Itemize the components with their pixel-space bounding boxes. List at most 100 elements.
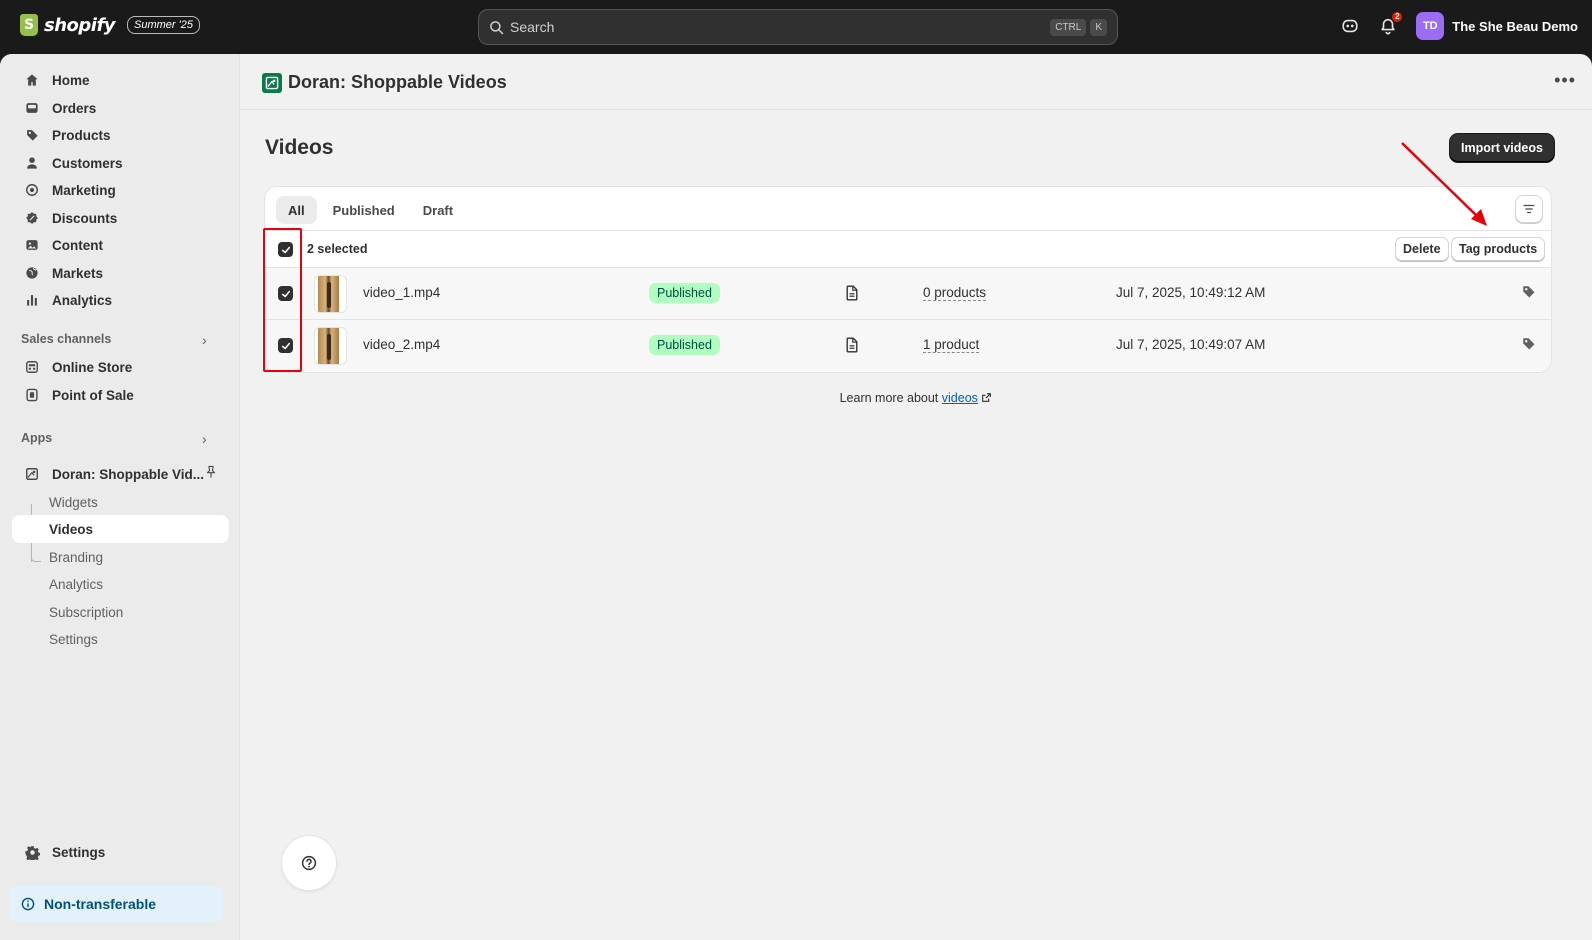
pos-icon: [24, 387, 40, 403]
video-thumbnail[interactable]: [314, 327, 347, 365]
sidebar-item-products[interactable]: Products: [12, 121, 229, 149]
bulk-actions-bar: 2 selected Delete Tag products: [265, 230, 1551, 267]
shopify-bag-icon: [20, 14, 38, 36]
sidebar-item-orders[interactable]: Orders: [12, 94, 229, 122]
sales-channels-heading[interactable]: Sales channels: [21, 332, 111, 346]
sidebar-item-marketing[interactable]: Marketing: [12, 176, 229, 204]
status-badge: Published: [649, 283, 720, 303]
document-icon[interactable]: [845, 337, 859, 356]
sidebar-item-label: Marketing: [52, 182, 116, 198]
main-frame: Home Orders Products Customers Marketing…: [0, 54, 1592, 940]
non-transferable-label: Non-transferable: [44, 896, 157, 912]
app-icon: [24, 466, 40, 482]
tab-draft[interactable]: Draft: [411, 196, 465, 224]
learn-more-link[interactable]: videos: [942, 391, 978, 405]
selected-count: 2 selected: [307, 242, 368, 256]
shopify-logo[interactable]: shopify Summer '25: [20, 14, 200, 36]
sidebar-item-label: Point of Sale: [52, 387, 134, 403]
external-link-icon[interactable]: [981, 392, 992, 403]
apps-heading[interactable]: Apps: [21, 431, 52, 445]
shortcut-key-k: K: [1090, 18, 1107, 36]
search-input[interactable]: [510, 19, 1047, 35]
videos-card: All Published Draft 2 selected Delete Ta…: [265, 187, 1551, 372]
inbox-icon: [24, 100, 40, 116]
sidekick-icon[interactable]: [1340, 16, 1360, 36]
sidebar-item-doran-app[interactable]: Doran: Shoppable Vid...: [12, 460, 229, 488]
content-icon: [24, 237, 40, 253]
sidebar-item-content[interactable]: Content: [12, 231, 229, 259]
help-button[interactable]: [282, 836, 336, 890]
sidebar: Home Orders Products Customers Marketing…: [0, 54, 240, 940]
search-bar[interactable]: CTRL K: [478, 9, 1118, 45]
home-icon: [24, 72, 40, 88]
video-thumbnail[interactable]: [314, 275, 347, 313]
sidebar-item-label: Online Store: [52, 359, 133, 375]
chevron-right-icon[interactable]: ›: [202, 332, 207, 348]
tag-icon[interactable]: [1521, 336, 1536, 354]
app-header: Doran: Shoppable Videos •••: [240, 54, 1592, 110]
top-bar: shopify Summer '25 CTRL K 2 TD The She B…: [0, 0, 1592, 54]
chevron-right-icon[interactable]: ›: [202, 431, 207, 447]
tag-icon[interactable]: [1521, 284, 1536, 302]
store-icon: [24, 359, 40, 375]
annotation-highlight-box: [263, 228, 302, 372]
tag-icon: [24, 127, 40, 143]
sidebar-item-label: Markets: [52, 265, 104, 281]
sidebar-subitem-subscription[interactable]: Subscription: [12, 598, 229, 626]
tab-bar: All Published Draft: [276, 196, 465, 224]
sidebar-item-home[interactable]: Home: [12, 66, 229, 94]
sidebar-item-customers[interactable]: Customers: [12, 149, 229, 177]
tagged-products-link[interactable]: 0 products: [923, 285, 987, 301]
avatar[interactable]: TD: [1416, 12, 1445, 40]
tagged-products-link[interactable]: 1 product: [923, 337, 980, 353]
sidebar-item-settings[interactable]: Settings: [12, 838, 229, 866]
learn-more: Learn more about videos: [240, 391, 1592, 405]
tag-products-button[interactable]: Tag products: [1451, 237, 1546, 261]
sidebar-subitem-settings[interactable]: Settings: [12, 625, 229, 653]
sidebar-item-analytics[interactable]: Analytics: [12, 286, 229, 314]
info-icon: [21, 897, 35, 911]
sidebar-item-label: Home: [52, 72, 90, 88]
import-videos-button[interactable]: Import videos: [1450, 134, 1554, 162]
sidebar-item-label: Settings: [52, 844, 106, 860]
search-icon: [490, 20, 504, 34]
table-row[interactable]: video_2.mp4 Published 1 product Jul 7, 2…: [265, 319, 1551, 371]
content-area: Doran: Shoppable Videos ••• Videos Impor…: [240, 54, 1592, 940]
pin-icon[interactable]: [204, 465, 218, 482]
filter-icon: [1523, 204, 1535, 214]
filter-sort-button[interactable]: [1515, 195, 1543, 223]
sidebar-item-label: Customers: [52, 155, 123, 171]
sidebar-item-markets[interactable]: Markets: [12, 259, 229, 287]
sidebar-subitem-branding[interactable]: Branding: [12, 543, 229, 571]
tab-all[interactable]: All: [276, 196, 317, 224]
sidebar-item-label: Orders: [52, 100, 97, 116]
more-actions-icon[interactable]: •••: [1554, 70, 1576, 91]
discount-icon: [24, 210, 40, 226]
globe-icon: [24, 265, 40, 281]
sidebar-item-discounts[interactable]: Discounts: [12, 204, 229, 232]
help-icon: [301, 855, 317, 871]
shortcut-key-ctrl: CTRL: [1050, 18, 1087, 36]
video-filename[interactable]: video_1.mp4: [363, 285, 440, 300]
status-badge: Published: [649, 335, 720, 355]
page-title: Videos: [265, 136, 334, 159]
sidebar-item-label: Doran: Shoppable Vid...: [52, 466, 205, 482]
video-filename[interactable]: video_2.mp4: [363, 337, 440, 352]
delete-button[interactable]: Delete: [1395, 237, 1449, 261]
sidebar-subitem-widgets[interactable]: Widgets: [12, 488, 229, 516]
sidebar-subitem-videos[interactable]: Videos: [12, 515, 229, 543]
sidebar-item-online-store[interactable]: Online Store: [12, 353, 229, 381]
sidebar-item-label: Analytics: [52, 292, 113, 308]
edition-badge: Summer '25: [127, 16, 200, 34]
sidebar-item-point-of-sale[interactable]: Point of Sale: [12, 381, 229, 409]
document-icon[interactable]: [845, 285, 859, 304]
notification-bell-icon[interactable]: 2: [1378, 12, 1403, 36]
learn-more-text: Learn more about: [839, 391, 939, 405]
tab-published[interactable]: Published: [321, 196, 407, 224]
sidebar-subitem-analytics[interactable]: Analytics: [12, 570, 229, 598]
table-row[interactable]: video_1.mp4 Published 0 products Jul 7, …: [265, 267, 1551, 319]
person-icon: [24, 155, 40, 171]
store-name[interactable]: The She Beau Demo: [1452, 19, 1578, 34]
gear-icon: [24, 844, 40, 860]
non-transferable-banner[interactable]: Non-transferable: [9, 886, 223, 922]
